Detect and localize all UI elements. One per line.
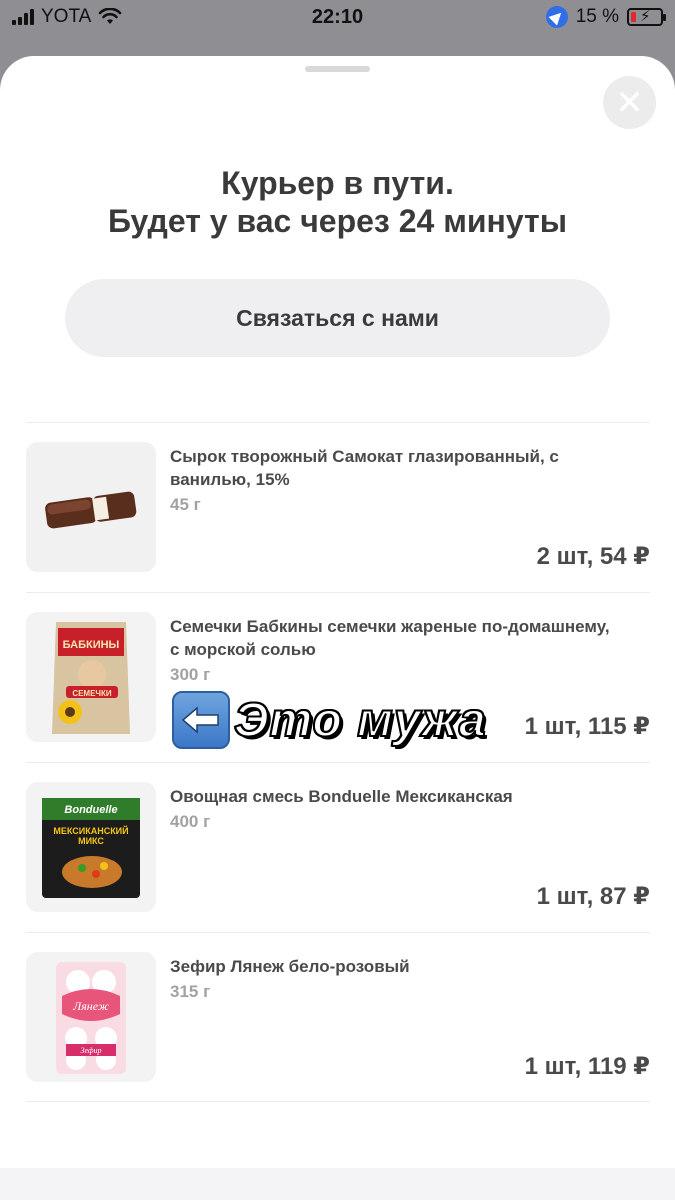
pack-text-line1: МЕКСИКАНСКИЙ bbox=[53, 825, 128, 836]
product-name: Семечки Бабкины семечки жареные по-домаш… bbox=[170, 617, 610, 684]
title-line-2: Будет у вас через 24 минуты bbox=[107, 203, 568, 239]
title-line-1: Курьер в пути. bbox=[221, 165, 454, 201]
product-image-marshmallow: Лянеж Зефир bbox=[26, 952, 156, 1082]
product-image-curd-bar bbox=[26, 442, 156, 572]
list-item: Сырок творожный Самокат глазированный, с… bbox=[26, 422, 650, 592]
left-arrow-icon bbox=[172, 691, 230, 749]
overlay-annotation: Это мужа bbox=[172, 688, 487, 752]
pack-text-line2: СЕМЕЧКИ bbox=[72, 689, 112, 698]
list-item: Лянеж Зефир Зефир Лянеж бело-розовый 315… bbox=[26, 932, 650, 1102]
product-image-seeds: БАБКИНЫ СЕМЕЧКИ bbox=[26, 612, 156, 742]
product-name: Сырок творожный Самокат глазированный, с… bbox=[170, 445, 610, 516]
product-weight: 300 г bbox=[170, 665, 211, 684]
footer-strip bbox=[0, 1168, 675, 1200]
status-bar: YOTA 22:10 15 % ⚡ bbox=[0, 0, 675, 40]
product-name: Овощная смесь Bonduelle Мексиканская 400… bbox=[170, 785, 610, 833]
product-price: 1 шт, 87 ₽ bbox=[536, 883, 650, 910]
battery-percent: 15 % bbox=[575, 6, 619, 27]
product-weight: 45 г bbox=[170, 495, 201, 514]
list-item: Bonduelle МЕКСИКАНСКИЙ МИКС Овощная смес… bbox=[26, 762, 650, 932]
location-icon bbox=[545, 6, 568, 28]
page-title: Курьер в пути. Будет у вас через 24 мину… bbox=[0, 164, 675, 240]
product-price: 1 шт, 119 ₽ bbox=[524, 1053, 650, 1080]
pack-brand: Bonduelle bbox=[64, 804, 117, 816]
overlay-text: Это мужа bbox=[233, 693, 487, 748]
pack-brand: Лянеж bbox=[72, 999, 109, 1013]
product-price: 2 шт, 54 ₽ bbox=[536, 543, 650, 570]
close-icon: ✕ bbox=[615, 83, 644, 122]
product-name: Зефир Лянеж бело-розовый 315 г bbox=[170, 955, 610, 1003]
product-weight: 315 г bbox=[170, 982, 211, 1001]
pack-subtitle: Зефир bbox=[81, 1046, 102, 1055]
order-items-list: Сырок творожный Самокат глазированный, с… bbox=[26, 422, 650, 1102]
contact-us-button[interactable]: Связаться с нами bbox=[65, 279, 610, 357]
sheet-grabber[interactable] bbox=[305, 66, 370, 72]
order-sheet: ✕ Курьер в пути. Будет у вас через 24 ми… bbox=[0, 56, 675, 1200]
status-right: 15 % ⚡ bbox=[545, 6, 666, 28]
close-button[interactable]: ✕ bbox=[603, 76, 656, 129]
product-price: 1 шт, 115 ₽ bbox=[524, 713, 650, 740]
product-image-vegetable-mix: Bonduelle МЕКСИКАНСКИЙ МИКС bbox=[26, 782, 156, 912]
battery-icon: ⚡ bbox=[627, 8, 666, 26]
product-weight: 400 г bbox=[170, 812, 211, 831]
pack-text-line1: БАБКИНЫ bbox=[63, 639, 120, 651]
pack-text-line2: МИКС bbox=[78, 836, 104, 846]
